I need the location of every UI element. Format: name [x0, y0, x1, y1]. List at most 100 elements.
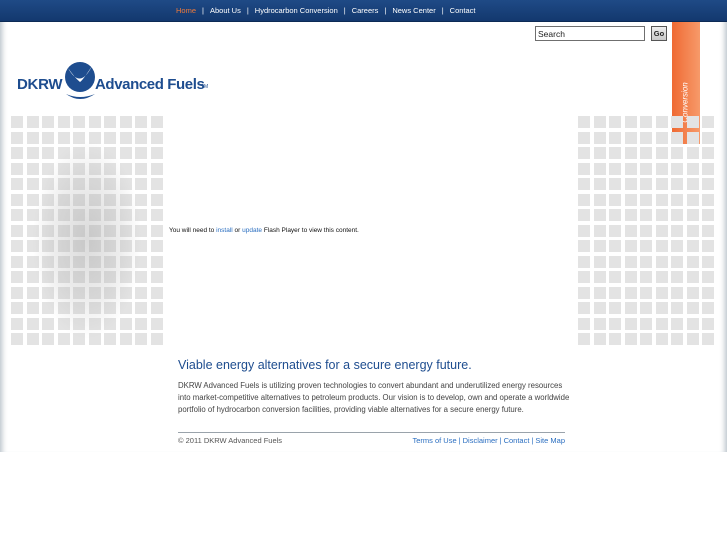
grid-tile [42, 317, 54, 330]
grid-tile [640, 240, 652, 252]
grid-tile [150, 162, 163, 175]
grid-tile [686, 131, 699, 144]
grid-tile [119, 178, 132, 190]
footer-separator: | [499, 436, 502, 445]
grid-tile [119, 147, 132, 159]
grid-tile [42, 286, 54, 299]
grid-tile [26, 224, 39, 237]
grid-tile [57, 333, 70, 345]
grid-tile [73, 162, 85, 175]
footer-divider [178, 432, 565, 433]
grid-tile [26, 131, 39, 144]
grid-tile [702, 302, 714, 314]
grid-tile [73, 240, 85, 252]
grid-tile [640, 193, 652, 206]
grid-tile [578, 286, 590, 299]
grid-tile [609, 147, 621, 159]
footer-terms-link[interactable]: Terms of Use [412, 436, 456, 445]
grid-tile [578, 333, 590, 345]
grid-tile [11, 147, 23, 159]
nav-news-center[interactable]: News Center [392, 6, 435, 15]
grid-tile [593, 209, 606, 221]
grid-tile [88, 178, 101, 190]
grid-tile [57, 162, 70, 175]
grid-tile [88, 286, 101, 299]
nav-separator: | [441, 6, 444, 15]
search-input[interactable] [535, 26, 645, 41]
grid-tile [578, 240, 590, 252]
flash-msg-prefix: You will need to [169, 227, 217, 234]
page-headline: Viable energy alternatives for a secure … [178, 358, 472, 372]
footer-sitemap-link[interactable]: Site Map [535, 436, 565, 445]
grid-tile [26, 209, 39, 221]
grid-tile [609, 116, 621, 128]
grid-tile [640, 317, 652, 330]
grid-tile [578, 131, 590, 144]
logo-trademark: TM [201, 84, 209, 90]
grid-tile [640, 333, 652, 345]
grid-tile [119, 271, 132, 283]
grid-tile [57, 116, 70, 128]
decorative-grid-left [11, 116, 163, 345]
nav-about-us[interactable]: About Us [210, 6, 241, 15]
grid-tile [11, 131, 23, 144]
grid-tile [11, 302, 23, 314]
grid-tile [150, 147, 163, 159]
grid-tile [26, 178, 39, 190]
grid-tile [624, 178, 637, 190]
nav-careers[interactable]: Careers [352, 6, 379, 15]
grid-tile [593, 255, 606, 268]
nav-hydrocarbon-conversion[interactable]: Hydrocarbon Conversion [255, 6, 338, 15]
search-go-button[interactable]: Go [651, 26, 667, 41]
grid-tile [593, 116, 606, 128]
grid-tile [593, 147, 606, 159]
grid-tile [593, 286, 606, 299]
footer-disclaimer-link[interactable]: Disclaimer [463, 436, 498, 445]
grid-tile [11, 193, 23, 206]
grid-tile [119, 255, 132, 268]
grid-tile [119, 193, 132, 206]
grid-tile [150, 286, 163, 299]
grid-tile [73, 317, 85, 330]
grid-tile [640, 224, 652, 237]
grid-tile [640, 255, 652, 268]
decorative-grid-right [578, 116, 714, 345]
grid-tile [135, 224, 147, 237]
flash-msg-middle: or [232, 227, 243, 234]
grid-tile [655, 255, 668, 268]
grid-tile [702, 178, 714, 190]
nav-home[interactable]: Home [176, 6, 196, 15]
grid-tile [73, 131, 85, 144]
grid-tile [624, 209, 637, 221]
grid-tile [88, 255, 101, 268]
grid-tile [640, 162, 652, 175]
main-nav: Home | About Us | Hydrocarbon Conversion | Car… [176, 6, 476, 15]
grid-tile [88, 116, 101, 128]
grid-tile [119, 240, 132, 252]
grid-tile [119, 286, 132, 299]
grid-tile [104, 116, 116, 128]
grid-tile [88, 271, 101, 283]
grid-tile [11, 317, 23, 330]
grid-tile [609, 193, 621, 206]
grid-tile [135, 317, 147, 330]
grid-tile [26, 162, 39, 175]
grid-tile [671, 162, 683, 175]
grid-tile [655, 193, 668, 206]
grid-tile [593, 224, 606, 237]
flash-update-link[interactable]: update [242, 227, 262, 234]
flash-install-link[interactable]: install [216, 227, 233, 234]
grid-tile [624, 116, 637, 128]
grid-tile [135, 286, 147, 299]
grid-tile [119, 333, 132, 345]
grid-tile [578, 147, 590, 159]
grid-tile [42, 333, 54, 345]
grid-tile [11, 286, 23, 299]
grid-tile [150, 240, 163, 252]
grid-tile [104, 209, 116, 221]
footer-contact-link[interactable]: Contact [504, 436, 530, 445]
nav-contact[interactable]: Contact [450, 6, 476, 15]
grid-tile [624, 255, 637, 268]
grid-tile [671, 317, 683, 330]
grid-tile [150, 193, 163, 206]
